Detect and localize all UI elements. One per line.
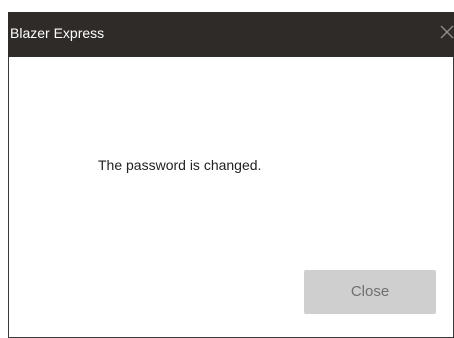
close-icon[interactable] — [440, 25, 454, 39]
dialog-window: Blazer Express The password is changed. … — [8, 12, 454, 338]
title-bar: Blazer Express — [8, 12, 454, 57]
window-title: Blazer Express — [10, 25, 105, 41]
message-text: The password is changed. — [98, 157, 262, 173]
close-button[interactable]: Close — [304, 270, 436, 314]
